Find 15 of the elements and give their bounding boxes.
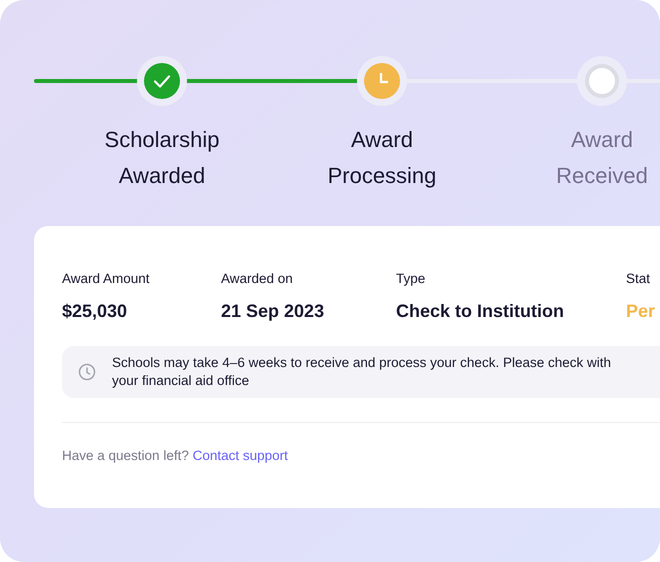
detail-label: Award Amount xyxy=(62,270,151,288)
contact-support-link[interactable]: Contact support xyxy=(192,448,288,463)
detail-value: $25,030 xyxy=(62,300,128,322)
clock-icon xyxy=(78,363,96,381)
footer-text: Have a question left? xyxy=(62,448,189,463)
detail-label: Type xyxy=(396,270,426,288)
detail-value: Per xyxy=(626,300,656,322)
detail-label: Awarded on xyxy=(221,270,294,288)
detail-value: Check to Institution xyxy=(396,300,565,322)
step-label: Award Received xyxy=(555,126,649,190)
detail-label: Stat xyxy=(626,270,652,288)
notice-text: Schools may take 4–6 weeks to receive and process your check. Please check with your financial aid office xyxy=(112,354,612,390)
step-label: Scholarship Awarded xyxy=(104,126,220,190)
step-label: Award Processing xyxy=(326,126,438,190)
detail-value: 21 Sep 2023 xyxy=(221,300,326,322)
